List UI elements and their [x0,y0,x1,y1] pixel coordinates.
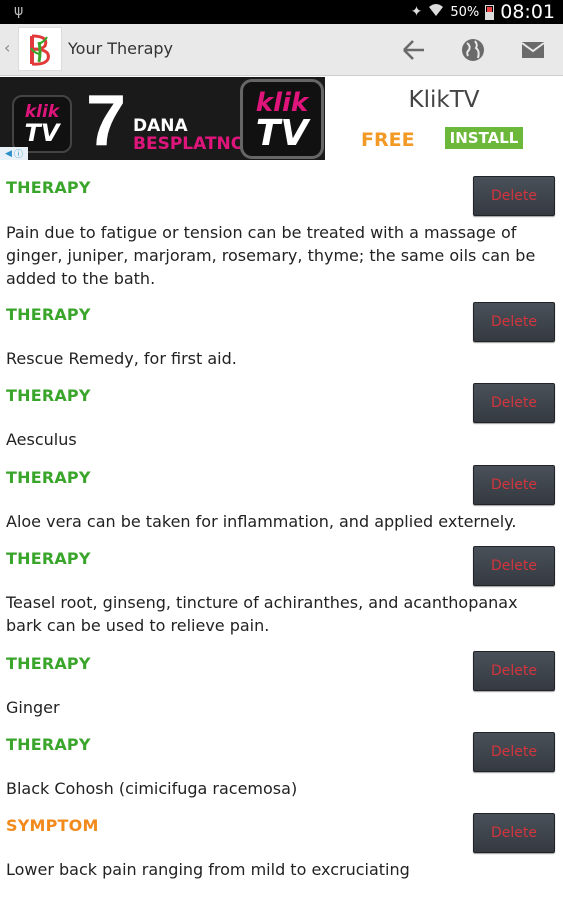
globe-icon[interactable] [455,32,491,68]
entry-type-label: SYMPTOM [6,816,99,835]
delete-button[interactable]: Delete [473,651,555,691]
entry-text: Black Cohosh (cimicifuga racemosa) [6,779,298,798]
entry-text: Pain due to fatigue or tension can be tr… [6,223,536,288]
install-button[interactable]: INSTALL [445,127,523,149]
status-bar: ψ ✦ 50% 08:01 [0,0,563,24]
battery-percent: 50% [450,4,480,20]
delete-button[interactable]: Delete [473,465,555,505]
delete-button[interactable]: Delete [473,546,555,586]
delete-button[interactable]: Delete [473,383,555,423]
entry-text: Lower back pain ranging from mild to exc… [6,860,410,879]
entry-text: Teasel root, ginseng, tincture of achira… [6,593,518,635]
ad-seven: 7 [86,81,127,160]
ad-choices-icon[interactable]: ◀ ⓘ [0,147,28,160]
ad-free-label: FREE [361,129,415,151]
ad-dana: DANA [133,116,188,136]
action-bar: ‹ Your Therapy [0,24,563,76]
ad-image[interactable]: klik TV 7 DANA BESPLATNO klik TV [0,77,325,160]
entry-type-label: THERAPY [6,178,91,197]
app-logo[interactable] [18,27,62,71]
entry-type-label: THERAPY [6,654,91,673]
delete-button[interactable]: Delete [473,732,555,772]
entry-type-label: THERAPY [6,386,91,405]
entry-text: Rescue Remedy, for first aid. [6,349,237,368]
entry-text: Aloe vera can be taken for inflammation,… [6,512,517,531]
ad-besplatno: BESPLATNO [133,134,246,154]
entry-text: Ginger [6,698,60,717]
usb-icon: ψ [14,3,24,19]
up-caret-icon[interactable]: ‹ [4,38,10,57]
status-icons: ✦ 50% 08:01 [411,0,555,24]
bluetooth-icon: ✦ [410,4,423,20]
wifi-icon [428,3,444,21]
page-title: Your Therapy [68,39,174,58]
entry-type-label: THERAPY [6,549,91,568]
ad-banner[interactable]: klik TV 7 DANA BESPLATNO klik TV KlikTV … [0,77,563,160]
entry-type-label: THERAPY [6,305,91,324]
delete-button[interactable]: Delete [473,813,555,853]
entry-type-label: THERAPY [6,735,91,754]
clock: 08:01 [500,1,555,23]
mail-icon[interactable] [515,32,551,68]
entry-text: Aesculus [6,430,77,449]
klik-tv-logo-large: klik TV [240,79,324,159]
klik-tv-logo-small: klik TV [12,95,72,153]
ad-app-name: KlikTV [408,87,480,113]
delete-button[interactable]: Delete [473,176,555,216]
delete-button[interactable]: Delete [473,302,555,342]
battery-icon [485,4,495,20]
back-arrow-icon[interactable] [396,32,432,68]
entry-type-label: THERAPY [6,468,91,487]
